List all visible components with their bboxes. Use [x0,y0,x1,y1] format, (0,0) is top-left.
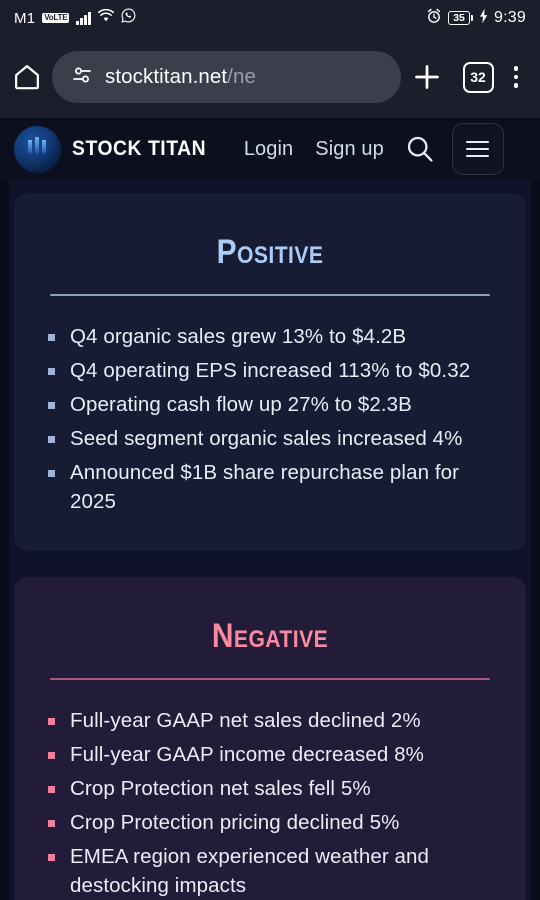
phone-screen: M1 VoLTE 35 9:39 stocktitan.net/ne 32 ST… [0,0,540,900]
tab-count-label: 32 [462,61,494,93]
carrier-label: M1 [14,9,36,27]
negative-card-title: Negative [211,617,329,655]
kebab-menu-icon[interactable] [504,62,529,92]
list-item: Operating cash flow up 27% to $2.3B [44,390,502,419]
battery-indicator: 35 [448,11,474,25]
status-bar: M1 VoLTE 35 9:39 [0,0,540,36]
list-item: Q4 organic sales grew 13% to $4.2B [44,322,502,351]
negative-card-divider [50,678,490,680]
brand-name[interactable]: STOCK TITAN [72,137,206,161]
signup-link[interactable]: Sign up [315,138,384,161]
volte-badge: VoLTE [42,13,70,23]
list-item: Announced $1B share repurchase plan for … [44,458,502,516]
page-edge-left [0,180,9,900]
list-item: Crop Protection pricing declined 5% [44,808,502,837]
battery-level-label: 35 [448,11,471,25]
plus-icon[interactable] [411,61,443,93]
login-link[interactable]: Login [244,138,293,161]
page-settings-icon[interactable] [70,63,94,92]
url-text: stocktitan.net/ne [105,65,256,89]
positive-card: Positive Q4 organic sales grew 13% to $4… [14,193,526,551]
browser-toolbar: stocktitan.net/ne 32 [0,36,540,118]
page-edge-right [531,180,540,900]
positive-card-title: Positive [216,233,324,271]
url-bar[interactable]: stocktitan.net/ne [52,51,401,103]
status-bar-right: 35 9:39 [426,8,526,29]
header-nav: Login Sign up [244,138,384,161]
positive-card-divider [50,294,490,296]
status-bar-left: M1 VoLTE [14,8,136,28]
clock-label: 9:39 [494,9,526,26]
search-icon[interactable] [404,133,436,165]
negative-card: Negative Full-year GAAP net sales declin… [14,577,526,900]
site-header: STOCK TITAN Login Sign up [0,118,540,180]
wifi-icon [97,8,114,27]
page-content: Positive Q4 organic sales grew 13% to $4… [0,180,540,900]
list-item: Seed segment organic sales increased 4% [44,424,502,453]
negative-list: Full-year GAAP net sales declined 2% Ful… [38,706,502,900]
tab-counter-button[interactable]: 32 [462,61,494,93]
url-host: stocktitan.net [105,65,228,88]
alarm-clock-icon [426,8,442,29]
list-item: Full-year GAAP income decreased 8% [44,740,502,769]
signal-bars-icon [76,11,91,25]
whatsapp-icon [121,8,136,28]
url-path: /ne [227,65,257,88]
home-icon[interactable] [12,62,42,92]
list-item: Crop Protection net sales fell 5% [44,774,502,803]
hamburger-menu-icon[interactable] [451,123,504,175]
positive-list: Q4 organic sales grew 13% to $4.2B Q4 op… [38,322,502,516]
stock-titan-logo-icon[interactable] [14,125,61,173]
charging-bolt-icon [479,8,488,29]
list-item: EMEA region experienced weather and dest… [44,842,502,900]
list-item: Full-year GAAP net sales declined 2% [44,706,502,735]
list-item: Q4 operating EPS increased 113% to $0.32 [44,356,502,385]
